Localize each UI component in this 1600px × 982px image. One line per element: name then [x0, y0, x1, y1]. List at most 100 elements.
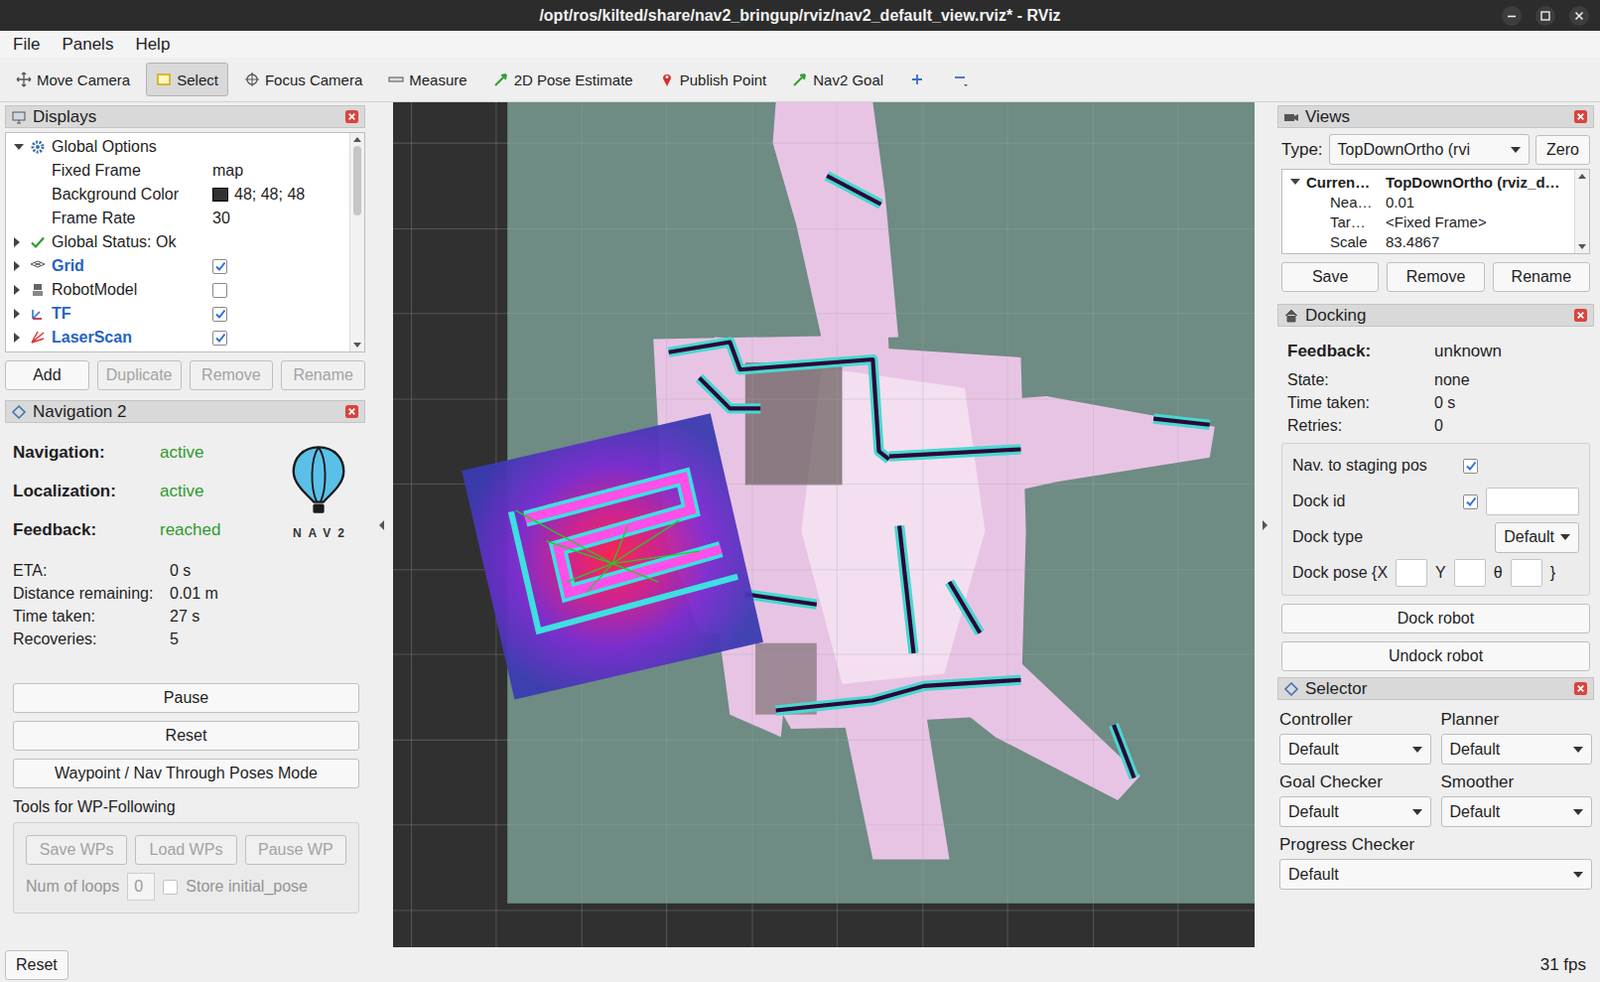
map-canvas[interactable] [393, 102, 1255, 947]
row-label: Global Options [5, 137, 213, 156]
selector-dropdown[interactable]: Default [1279, 733, 1432, 765]
status-ok-icon [29, 234, 46, 251]
color-swatch[interactable] [212, 187, 229, 202]
dock-button[interactable]: Undock robot [1281, 641, 1591, 671]
expand-arrow-icon[interactable] [13, 308, 20, 319]
row-label: TF [5, 304, 213, 323]
tool-button[interactable]: Measure [378, 62, 477, 97]
status-value: active [159, 481, 221, 502]
staging-checkbox[interactable] [1463, 458, 1478, 474]
expand-arrow-icon[interactable] [13, 143, 24, 150]
tool-button[interactable]: Select [145, 62, 229, 97]
collapse-right-icon[interactable] [1262, 520, 1268, 531]
view-button[interactable]: Rename [1492, 262, 1591, 292]
menu-item[interactable]: Help [134, 34, 170, 55]
selector-header[interactable]: Selector [1277, 676, 1595, 700]
scrollbar[interactable] [1574, 169, 1590, 254]
display-checkbox[interactable] [212, 306, 228, 322]
pose-input[interactable] [1510, 558, 1543, 587]
dropdown-arrow-icon [1412, 808, 1423, 815]
display-row[interactable]: Global Status: Ok [5, 230, 350, 255]
move-camera-icon [15, 71, 32, 88]
display-row[interactable]: LaserScan [5, 325, 350, 350]
display-button[interactable]: Add [4, 360, 90, 391]
scroll-thumb[interactable] [353, 145, 362, 216]
view-button[interactable]: Remove [1386, 262, 1484, 292]
obstacle [699, 378, 762, 409]
add-tool-button[interactable] [899, 62, 935, 97]
dock-group: Nav. to staging posDock idDock typeDefau… [1281, 442, 1591, 596]
pose-input[interactable] [1454, 558, 1486, 587]
dock-type-dropdown[interactable]: Default [1494, 522, 1580, 553]
panel-title: Displays [32, 107, 339, 128]
scroll-down-icon[interactable] [353, 342, 362, 348]
display-row[interactable]: TF [5, 301, 350, 326]
menu-item[interactable]: File [12, 34, 40, 55]
scroll-down-icon[interactable] [1578, 244, 1587, 250]
display-row[interactable]: Grid [5, 254, 350, 278]
display-row[interactable]: Frame Rate30 [5, 206, 350, 231]
expand-arrow-icon[interactable] [1290, 178, 1301, 185]
menu-item[interactable]: Panels [61, 34, 114, 55]
selector-dropdown[interactable]: Default [1279, 858, 1593, 890]
display-row[interactable]: Background Color48; 48; 48 [5, 182, 350, 207]
scroll-up-icon[interactable] [353, 136, 362, 142]
expand-arrow-icon[interactable] [13, 237, 20, 248]
dock-button[interactable]: Dock robot [1281, 603, 1591, 634]
tool-button[interactable]: Move Camera [5, 62, 140, 97]
expand-arrow-icon[interactable] [13, 332, 20, 343]
selector-dropdown[interactable]: Default [1441, 733, 1594, 765]
display-row[interactable]: Global Options [5, 134, 350, 159]
view-row[interactable]: Scale83.4867 [1282, 231, 1575, 252]
render-view[interactable] [393, 102, 1255, 947]
dock-id-input[interactable] [1485, 487, 1580, 516]
nav2-button[interactable]: Reset [12, 720, 360, 751]
loops-row: Num of loops0Store initial_pose [25, 872, 347, 901]
collapse-left-icon[interactable] [379, 520, 385, 531]
status-label: Navigation: [12, 442, 160, 463]
scroll-up-icon[interactable] [1578, 173, 1587, 179]
view-button[interactable]: Save [1281, 262, 1379, 292]
nav2-button[interactable]: Pause [12, 682, 360, 713]
displays-buttons: AddDuplicateRemoveRename [4, 360, 366, 391]
view-row[interactable]: Curren…TopDownOrtho (rviz_d… [1282, 171, 1575, 192]
expand-arrow-icon[interactable] [13, 261, 20, 271]
selector-dropdown[interactable]: Default [1279, 796, 1432, 827]
display-row[interactable]: RobotModel [5, 277, 350, 302]
zero-button[interactable]: Zero [1535, 134, 1591, 165]
nav2-header[interactable]: Navigation 2 [4, 400, 366, 423]
view-type-dropdown[interactable]: TopDownOrtho (rvi [1329, 133, 1531, 165]
tool-button[interactable]: Focus Camera [234, 62, 373, 97]
dock-id-checkbox[interactable] [1463, 494, 1478, 510]
pose-input[interactable] [1395, 558, 1428, 587]
tool-button[interactable]: Publish Point [649, 62, 778, 97]
views-header[interactable]: Views [1277, 105, 1595, 129]
display-checkbox[interactable] [212, 259, 228, 274]
remove-tool-button[interactable] [940, 62, 981, 97]
scrollbar[interactable] [349, 133, 365, 352]
display-checkbox[interactable] [212, 282, 228, 298]
nav2-button[interactable]: Waypoint / Nav Through Poses Mode [12, 758, 360, 789]
displays-header[interactable]: Displays [4, 105, 366, 129]
display-row[interactable]: Fixed Framemap [5, 158, 350, 183]
row-value: TopDownOrtho (rviz_d… [1385, 173, 1575, 191]
selector-dropdown[interactable]: Default [1441, 796, 1594, 827]
panel-title: Selector [1305, 678, 1568, 699]
fps-counter: 31 fps [1540, 954, 1587, 975]
docking-header[interactable]: Docking [1277, 303, 1595, 327]
right-splitter[interactable] [1254, 102, 1276, 947]
title-bar: /opt/ros/kilted/share/nav2_bringup/rviz/… [0, 0, 1600, 31]
expand-arrow-icon[interactable] [13, 284, 20, 295]
obstacle [745, 593, 817, 604]
maximize-icon [1534, 4, 1557, 27]
row-label: LaserScan [5, 328, 213, 347]
obstacle [776, 679, 1022, 711]
tool-button[interactable]: Nav2 Goal [782, 62, 894, 97]
left-splitter[interactable] [369, 102, 394, 947]
tool-button[interactable]: 2D Pose Estimate [483, 62, 644, 97]
view-row[interactable]: Tar…<Fixed Frame> [1282, 211, 1575, 232]
reset-button[interactable]: Reset [4, 949, 69, 980]
laser-scan [515, 510, 699, 592]
view-row[interactable]: Nea…0.01 [1282, 191, 1575, 212]
display-checkbox[interactable] [212, 330, 228, 346]
